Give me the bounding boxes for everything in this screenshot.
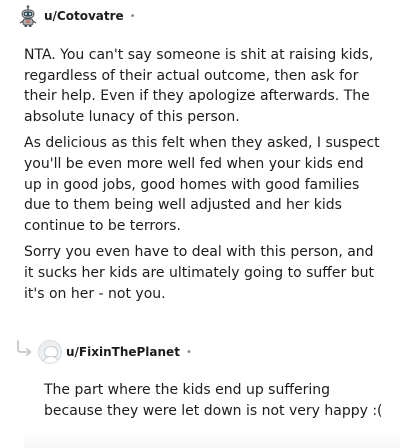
comment-header: u/Cotovatre •	[16, 4, 400, 28]
comment: u/Cotovatre • NTA. You can't say someone…	[0, 0, 400, 302]
comment-body: The part where the kids end up suffering…	[44, 380, 384, 427]
meta-separator: •	[185, 346, 192, 358]
comment-paragraph: Sorry you even have to deal with this pe…	[24, 244, 374, 302]
reply-comment: u/FixinThePlanet • The part where the ki…	[0, 336, 400, 448]
comment-paragraph: As delicious as this felt when they aske…	[24, 135, 380, 234]
reply-arrow-icon	[16, 340, 34, 356]
reply-fade	[24, 432, 400, 448]
meta-separator: •	[129, 10, 136, 22]
default-avatar-icon[interactable]	[38, 340, 62, 364]
comment-header: u/FixinThePlanet •	[38, 340, 400, 364]
comment-paragraph: NTA. You can't say someone is shit at ra…	[24, 47, 374, 125]
comment-username[interactable]: u/FixinThePlanet	[66, 345, 180, 359]
comment-paragraph: The part where the kids end up suffering…	[44, 382, 383, 419]
snoo-robot-avatar-icon[interactable]	[16, 4, 40, 28]
comment-username[interactable]: u/Cotovatre	[44, 9, 124, 23]
comment-body: NTA. You can't say someone is shit at ra…	[24, 45, 380, 310]
